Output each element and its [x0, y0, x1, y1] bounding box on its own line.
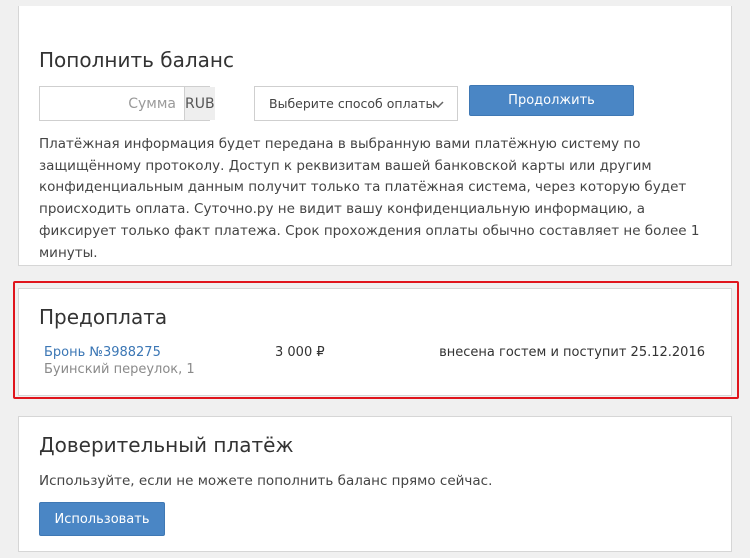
trust-payment-title: Доверительный платёж [39, 433, 294, 457]
payment-notice: Платёжная информация будет передана в вы… [39, 136, 700, 261]
currency-label: RUB [184, 87, 215, 120]
topup-title: Пополнить баланс [39, 48, 234, 72]
continue-button[interactable]: Продолжить [469, 85, 634, 116]
topup-card: Пополнить баланс RUB Выберите способ опл… [18, 6, 732, 266]
booking-link[interactable]: Бронь №3988275 [44, 345, 161, 360]
trust-payment-card: Доверительный платёж Используйте, если н… [18, 416, 732, 552]
use-button[interactable]: Использовать [39, 502, 165, 536]
booking-amount: 3 000 ₽ [275, 345, 325, 360]
trust-payment-description: Используйте, если не можете пополнить ба… [39, 473, 493, 489]
booking-address: Буинский переулок, 1 [44, 362, 195, 377]
prepayment-card: Предоплата Бронь №3988275 Буинский переу… [18, 288, 732, 396]
amount-input[interactable] [40, 87, 184, 120]
prepayment-title: Предоплата [39, 305, 168, 329]
payment-method-value: Выберите способ оплаты [269, 96, 436, 111]
booking-status: внесена гостем и поступит 25.12.2016 [439, 345, 705, 360]
payment-method-select[interactable]: Выберите способ оплаты [254, 86, 458, 121]
chevron-down-icon [432, 101, 444, 109]
amount-group: RUB [39, 86, 215, 121]
